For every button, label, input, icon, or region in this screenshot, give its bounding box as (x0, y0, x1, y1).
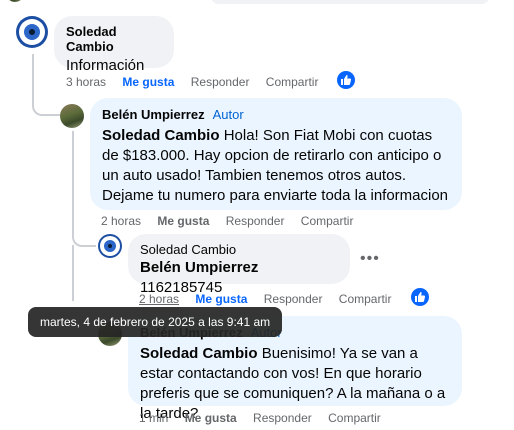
like-icon[interactable] (411, 288, 429, 306)
comment-bubble: Belén Umpierrez Autor Soledad Cambio Hola… (90, 98, 462, 210)
reply-button[interactable]: Responder (253, 411, 312, 425)
like-button[interactable]: Me gusta (157, 214, 209, 228)
share-button[interactable]: Compartir (328, 411, 381, 425)
comment-text: Soledad Cambio Hola! Son Fiat Mobi con c… (102, 126, 450, 206)
comment-text: Información (66, 57, 145, 74)
timestamp-tooltip: martes, 4 de febrero de 2025 a las 9:41 … (28, 307, 283, 337)
share-button[interactable]: Compartir (339, 292, 392, 306)
more-options-icon[interactable]: ••• (360, 250, 380, 268)
avatar[interactable] (60, 104, 84, 128)
thread-line-1 (32, 54, 60, 116)
comment-actions: 3 horas Me gusta Responder Compartir (66, 75, 331, 89)
timestamp[interactable]: 2 horas (101, 214, 141, 228)
author-badge: Autor (212, 107, 244, 122)
comment-actions: 2 horas Me gusta Responder Compartir (101, 214, 366, 228)
comment-actions: 2 horas Me gusta Responder Compartir (139, 292, 404, 306)
mention-link[interactable]: Belén Umpierrez (140, 259, 258, 276)
partial-avatar-top (8, 0, 22, 2)
reply-button[interactable]: Responder (226, 214, 285, 228)
commenter-name[interactable]: Soledad Cambio (66, 24, 162, 54)
avatar[interactable] (16, 16, 48, 48)
reply-button[interactable]: Responder (191, 75, 250, 89)
like-button[interactable]: Me gusta (122, 75, 174, 89)
share-button[interactable]: Compartir (301, 214, 354, 228)
partial-bubble-top (210, 0, 490, 4)
timestamp[interactable]: 3 horas (66, 75, 106, 89)
timestamp[interactable]: 2 horas (139, 292, 179, 306)
commenter-name[interactable]: Belén Umpierrez (102, 107, 205, 122)
commenter-name[interactable]: Soledad Cambio (140, 242, 338, 257)
comment-bubble: Soledad Cambio Belén Umpierrez 116218574… (128, 234, 350, 296)
comment-bubble: Soledad Cambio Información (54, 16, 174, 74)
like-icon[interactable] (337, 71, 355, 89)
avatar[interactable] (98, 234, 122, 258)
like-button[interactable]: Me gusta (185, 411, 237, 425)
comment-actions: 1 min Me gusta Responder Compartir (139, 411, 394, 425)
like-button[interactable]: Me gusta (195, 292, 247, 306)
mention-link[interactable]: Soledad Cambio (140, 345, 258, 362)
mention-link[interactable]: Soledad Cambio (102, 127, 220, 144)
reply-button[interactable]: Responder (264, 292, 323, 306)
share-button[interactable]: Compartir (266, 75, 319, 89)
timestamp[interactable]: 1 min (139, 411, 168, 425)
thread-line-3 (72, 245, 74, 301)
